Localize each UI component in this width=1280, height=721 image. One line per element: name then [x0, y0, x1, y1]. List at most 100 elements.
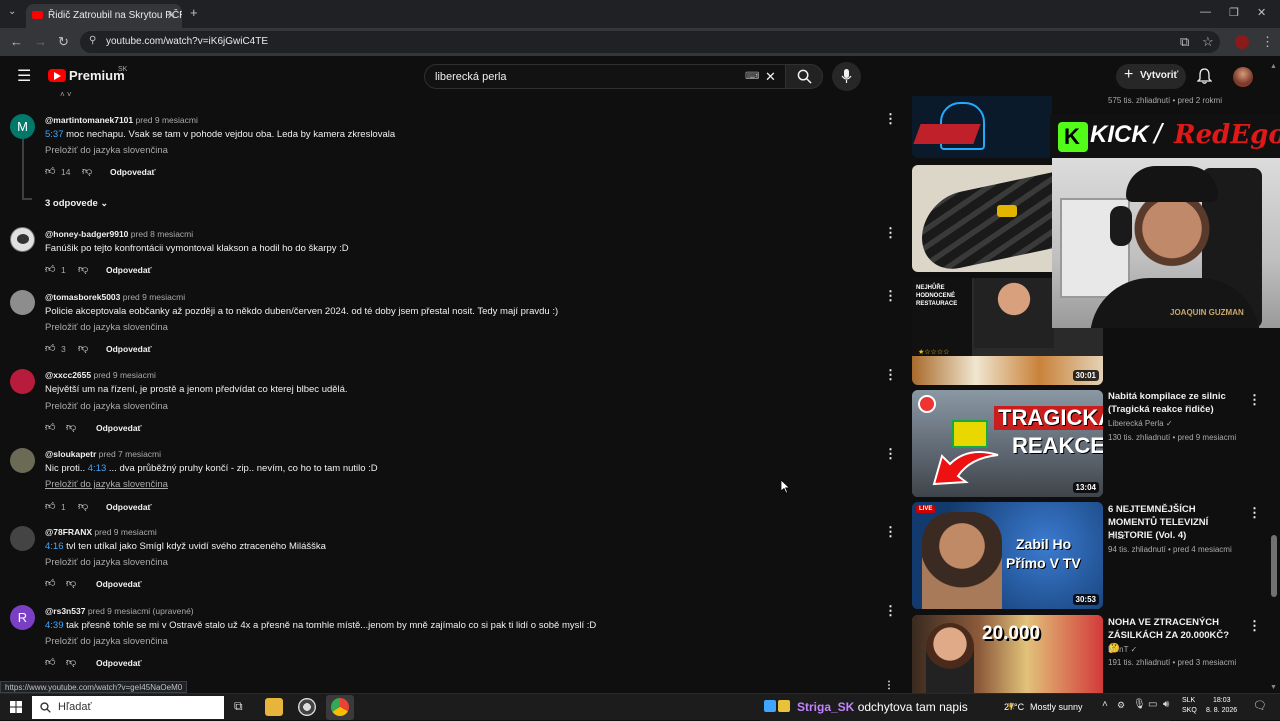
comment-author[interactable]: @tomasborek5003 pred 9 mesiacmi [45, 292, 185, 302]
reply-button[interactable]: Odpovedať [106, 265, 152, 275]
translate-link[interactable]: Preložiť do jazyka slovenčina [45, 401, 168, 412]
comment-author[interactable]: @sloukapetr pred 7 mesiacmi [45, 449, 161, 459]
avatar[interactable] [10, 369, 35, 394]
site-info-icon[interactable]: ⚲ [89, 35, 96, 46]
comment-author[interactable]: @honey-badger9910 pred 8 mesiacmi [45, 229, 193, 239]
translate-link[interactable]: Preložiť do jazyka slovenčina [45, 479, 168, 490]
close-tab-icon[interactable]: ✕ [167, 9, 176, 22]
youtube-logo-icon[interactable] [48, 69, 66, 82]
translate-link[interactable]: Preložiť do jazyka slovenčina [45, 636, 168, 647]
like-icon[interactable]: 👍︎ [45, 656, 55, 668]
timestamp-link[interactable]: 4:16 [45, 541, 64, 552]
dislike-icon[interactable]: 👎︎ [66, 421, 76, 433]
comment-author[interactable]: @rs3n537 pred 9 mesiacmi (upravené) [45, 606, 194, 616]
comment-author[interactable]: @xxcc2655 pred 9 mesiacmi [45, 370, 156, 380]
avatar[interactable] [10, 290, 35, 315]
comment-menu-icon[interactable]: ⋮ [884, 446, 897, 462]
profile-avatar[interactable] [1235, 35, 1249, 49]
video-thumbnail[interactable]: 20.000 [912, 615, 1103, 693]
like-icon[interactable]: 👍︎ [45, 263, 55, 275]
microphone-tray-icon[interactable]: 🎙︎ [1133, 699, 1146, 710]
channel-name[interactable]: Liberecká Perla ✓ [1108, 419, 1173, 428]
volume-icon[interactable]: 🔊︎ [1163, 699, 1169, 710]
video-title[interactable]: Nabitá kompilace ze silnic (Tragická rea… [1108, 390, 1243, 416]
dislike-icon[interactable]: 👎︎ [82, 165, 92, 177]
avatar[interactable] [10, 448, 35, 473]
comment-menu-icon[interactable]: ⋮ [884, 367, 897, 383]
account-avatar[interactable] [1233, 67, 1253, 87]
voice-search-button[interactable] [832, 62, 861, 91]
show-replies-button[interactable]: 3 odpovede ⌄ [45, 198, 108, 209]
notifications-bell-icon[interactable] [1197, 68, 1212, 84]
comment-author[interactable]: @78FRANX pred 9 mesiacmi [45, 527, 157, 537]
like-icon[interactable]: 👍︎ [45, 342, 55, 354]
comment-menu-icon[interactable]: ⋮ [884, 288, 897, 304]
window-close-icon[interactable]: ✕ [1257, 6, 1266, 19]
hamburger-menu-icon[interactable]: ☰ [17, 66, 31, 86]
clock-time[interactable]: 18:03 [1213, 697, 1231, 704]
notification-center-icon[interactable]: 🗨︎ [1253, 699, 1267, 712]
translate-link[interactable]: Preložiť do jazyka slovenčina [45, 322, 168, 333]
translate-link[interactable]: Preložiť do jazyka slovenčina [45, 557, 168, 568]
avatar[interactable] [10, 526, 35, 551]
reply-button[interactable]: Odpovedať [96, 658, 142, 668]
video-menu-icon[interactable]: ⋮ [1248, 618, 1261, 634]
channel-name[interactable]: Frizz [1108, 532, 1125, 541]
comment-time[interactable]: pred 9 mesiacmi [93, 370, 155, 380]
scroll-down-icon[interactable]: ▼ [1270, 684, 1277, 691]
like-icon[interactable]: 👍︎ [45, 165, 55, 177]
like-icon[interactable]: 👍︎ [45, 577, 55, 589]
timestamp-link[interactable]: 4:39 [45, 620, 64, 631]
network-icon[interactable]: ▭ [1148, 699, 1157, 710]
task-view-icon[interactable]: ⧉ [234, 699, 243, 714]
logo-text[interactable]: Premium [69, 68, 125, 83]
clock-date[interactable]: 8. 8. 2026 [1206, 707, 1237, 714]
comment-menu-icon[interactable]: ⋮ [884, 524, 897, 540]
comment-time[interactable]: pred 9 mesiacmi (upravené) [88, 606, 194, 616]
dislike-icon[interactable]: 👎︎ [78, 263, 88, 275]
timestamp-link[interactable]: 5:37 [45, 129, 64, 140]
reply-button[interactable]: Odpovedať [96, 423, 142, 433]
comment-time[interactable]: pred 9 mesiacmi [94, 527, 156, 537]
new-tab-icon[interactable]: + [190, 5, 198, 20]
dislike-icon[interactable]: 👎︎ [66, 577, 76, 589]
reply-button[interactable]: Odpovedať [110, 167, 156, 177]
avatar[interactable]: R [10, 605, 35, 630]
comment-menu-icon[interactable]: ⋮ [884, 111, 897, 127]
like-icon[interactable]: 👍︎ [45, 421, 55, 433]
dislike-icon[interactable]: 👎︎ [78, 500, 88, 512]
channel-name[interactable]: MenT ✓ [1108, 645, 1137, 654]
obs-icon[interactable] [298, 698, 316, 716]
video-menu-icon[interactable]: ⋮ [1248, 392, 1261, 408]
comment-menu-icon[interactable]: ⋮ [884, 680, 894, 691]
page-scrollbar-thumb[interactable] [1271, 535, 1277, 597]
search-input[interactable]: liberecká perla ⌨ ✕ [424, 64, 786, 89]
restore-icon[interactable]: ❐ [1229, 6, 1239, 19]
comment-time[interactable]: pred 7 mesiacmi [99, 449, 161, 459]
back-icon[interactable]: ← [10, 34, 23, 49]
search-button[interactable] [785, 64, 823, 89]
create-button[interactable]: + Vytvoriť [1116, 64, 1186, 89]
bookmark-star-icon[interactable]: ☆ [1202, 34, 1214, 50]
browser-menu-icon[interactable]: ⋮ [1261, 34, 1274, 50]
minimize-icon[interactable]: — [1200, 6, 1211, 18]
url-field[interactable]: ⚲ youtube.com/watch?v=iK6jGwiC4TE [80, 31, 1220, 53]
video-thumbnail[interactable]: TRAGICKÁ REAKCE 13:04 [912, 390, 1103, 497]
comment-menu-icon[interactable]: ⋮ [884, 603, 897, 619]
reply-button[interactable]: Odpovedať [106, 502, 152, 512]
forward-icon[interactable]: → [34, 34, 47, 49]
temperature[interactable]: 27°C [1004, 702, 1024, 712]
comment-time[interactable]: pred 9 mesiacmi [123, 292, 185, 302]
chrome-icon[interactable] [331, 698, 349, 716]
translate-link[interactable]: Preložiť do jazyka slovenčina [45, 145, 168, 156]
scroll-up-icon[interactable]: ▲ [1270, 63, 1277, 70]
reload-icon[interactable]: ↻ [58, 34, 69, 50]
timestamp-link[interactable]: 4:13 [88, 463, 107, 474]
avatar[interactable]: M [10, 114, 35, 139]
video-thumbnail[interactable]: LIVE Zabil Ho Přímo V TV 30:53 [912, 502, 1103, 609]
like-icon[interactable]: 👍︎ [45, 500, 55, 512]
tray-chevron-icon[interactable]: ˄ [1102, 699, 1108, 710]
weather-text[interactable]: Mostly sunny [1030, 702, 1083, 712]
input-language-layout[interactable]: SKQ [1182, 707, 1197, 714]
clear-search-icon[interactable]: ✕ [765, 69, 776, 85]
